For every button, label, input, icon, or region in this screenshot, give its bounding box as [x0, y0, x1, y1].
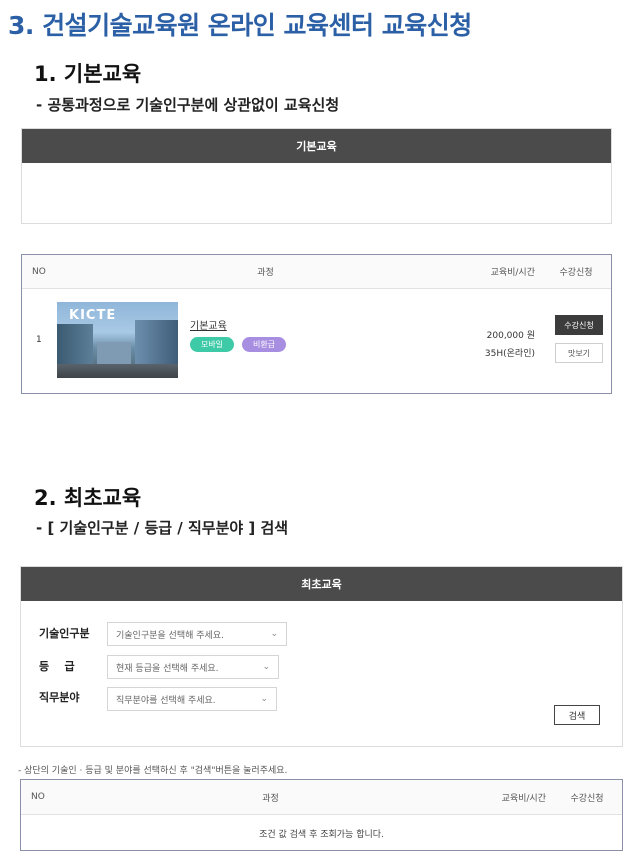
basic-panel-title: 기본교육 — [22, 129, 611, 163]
filter-form: 기술인구분 기술인구분을 선택해 주세요. ⌄ 등 급 현재 등급을 선택해 주… — [21, 601, 622, 747]
tech-type-select[interactable]: 기술인구분을 선택해 주세요. ⌄ — [107, 622, 287, 646]
header-no: NO — [31, 792, 45, 802]
filter-label-grade: 등 급 — [39, 660, 75, 673]
initial-course-table: NO 과정 교육비/시간 수강신청 조건 값 검색 후 조회가능 합니다. — [20, 779, 623, 851]
page-title: 3. 건설기술교육원 온라인 교육센터 교육신청 — [8, 11, 472, 40]
course-fee: 200,000 원 35H(온라인) — [485, 327, 535, 363]
initial-panel-title: 최초교육 — [21, 567, 622, 601]
basic-section-heading: 1. 기본교육 — [34, 62, 142, 86]
apply-button[interactable]: 수강신청 — [555, 315, 603, 335]
chevron-down-icon: ⌄ — [260, 694, 268, 704]
empty-message: 조건 값 검색 후 조회가능 합니다. — [259, 829, 384, 840]
filter-label-tech-type: 기술인구분 — [39, 627, 90, 640]
search-button[interactable]: 검색 — [554, 705, 600, 725]
row-number: 1 — [36, 335, 42, 345]
table-row: 1 KICTE 기본교육 모바일 비환급 200,000 원 35H(온라인) … — [22, 289, 611, 393]
table-header: NO 과정 교육비/시간 수강신청 — [21, 780, 622, 815]
chevron-down-icon: ⌄ — [270, 629, 278, 639]
header-apply: 수강신청 — [559, 268, 593, 278]
job-field-select[interactable]: 직무분야를 선택해 주세요. ⌄ — [107, 687, 277, 711]
course-thumbnail[interactable]: KICTE — [57, 302, 178, 378]
filter-label-job-field: 직무분야 — [39, 691, 80, 704]
header-fee: 교육비/시간 — [501, 793, 546, 804]
header-course: 과정 — [262, 793, 279, 804]
table-header: NO 과정 교육비/시간 수강신청 — [22, 255, 611, 289]
grade-select-value: 현재 등급을 선택해 주세요. — [116, 663, 219, 674]
initial-section-heading: 2. 최초교육 — [34, 486, 142, 510]
basic-panel: 기본교육 — [21, 128, 612, 224]
kicte-logo: KICTE — [69, 308, 117, 323]
basic-course-table: NO 과정 교육비/시간 수강신청 1 KICTE 기본교육 모바일 비환급 2… — [21, 254, 612, 394]
search-notice: - 상단의 기술인 · 등급 및 분야를 선택하신 후 "검색"버튼을 눌러주세… — [18, 766, 288, 776]
job-field-select-value: 직무분야를 선택해 주세요. — [116, 695, 216, 706]
initial-section-subheading: - [ 기술인구분 / 등급 / 직무분야 ] 검색 — [36, 519, 289, 537]
mobile-badge: 모바일 — [190, 337, 234, 352]
basic-section-subheading: - 공통과정으로 기술인구분에 상관없이 교육신청 — [36, 96, 340, 114]
course-price: 200,000 원 — [486, 331, 535, 341]
tech-type-select-value: 기술인구분을 선택해 주세요. — [116, 630, 224, 641]
initial-filter-panel: 최초교육 기술인구분 기술인구분을 선택해 주세요. ⌄ 등 급 현재 등급을 … — [20, 566, 623, 747]
road-shape — [57, 364, 178, 378]
header-course: 과정 — [257, 268, 274, 278]
header-apply: 수강신청 — [570, 793, 604, 804]
course-hours: 35H(온라인) — [484, 349, 535, 359]
course-title-link[interactable]: 기본교육 — [190, 317, 227, 332]
header-no: NO — [32, 266, 46, 277]
non-refund-badge: 비환급 — [242, 337, 286, 352]
header-fee: 교육비/시간 — [490, 268, 535, 278]
preview-button[interactable]: 맛보기 — [555, 343, 603, 363]
chevron-down-icon: ⌄ — [262, 662, 270, 672]
grade-select[interactable]: 현재 등급을 선택해 주세요. ⌄ — [107, 655, 279, 679]
